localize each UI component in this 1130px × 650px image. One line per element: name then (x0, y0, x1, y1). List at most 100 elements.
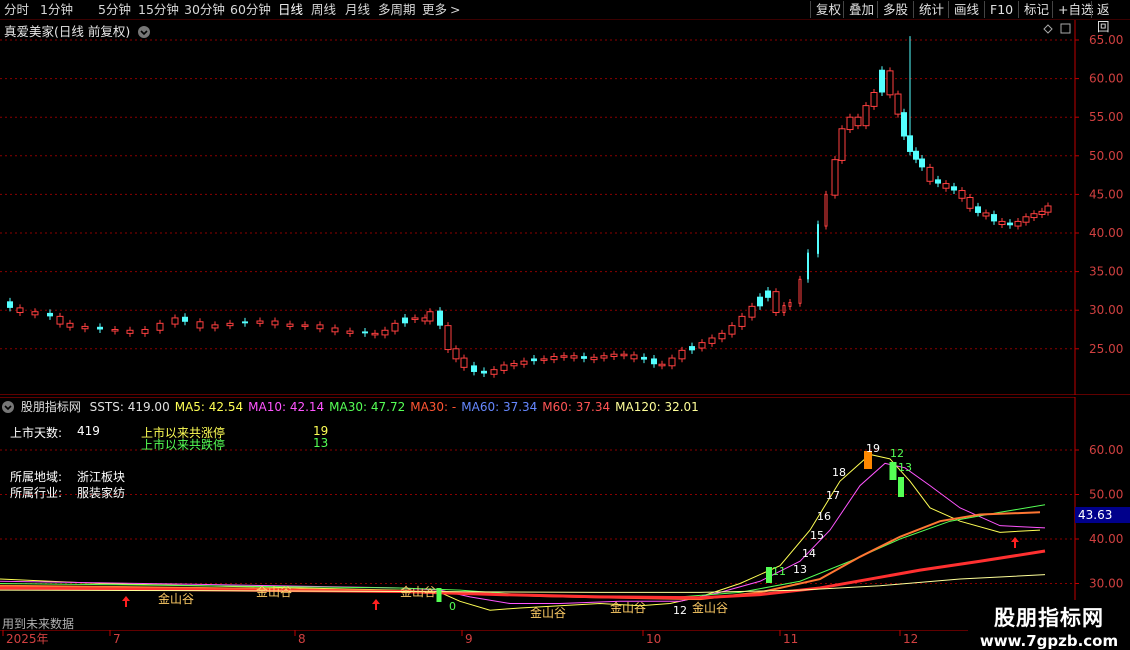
candle-body-up (411, 317, 419, 320)
period-tab-60min[interactable]: 60分钟 (230, 2, 271, 17)
back-button[interactable]: 返回 (1091, 1, 1130, 34)
period-tab-1min[interactable]: 1分钟 (40, 2, 73, 17)
candle-body-up (678, 349, 686, 360)
price-candlestick-chart[interactable]: 65.00 60.00 55.00 50.00 45.00 40.00 35.00 30.00… (0, 20, 1130, 395)
candle-body-down (765, 290, 771, 298)
limit-count-label: 16 (817, 510, 831, 523)
period-tab-daily[interactable]: 日线 (278, 2, 303, 17)
period-tab-more[interactable]: 更多 > (422, 2, 461, 17)
indicator-value-2: MA10: 42.14 (248, 400, 325, 414)
ma10-line (0, 462, 1046, 605)
price-tick-label: 30.00 (1089, 303, 1123, 317)
current-value-text: 43.63 (1078, 508, 1112, 522)
f10-button[interactable]: F10 (984, 1, 1018, 18)
candle-body-down (951, 186, 957, 191)
candle-body-up (540, 358, 548, 361)
candle-body-up (156, 322, 164, 331)
candle-body-up (838, 128, 846, 161)
candle-body-up (510, 362, 518, 367)
indicator-value-0: SSTS: 419.00 (89, 400, 170, 414)
candle-body-up (728, 325, 736, 335)
limit-count-label: 12 (890, 447, 904, 460)
candle-body-up (500, 364, 508, 371)
indicator-value-6: M60: 37.34 (542, 400, 611, 414)
candle-body-up (630, 354, 638, 360)
settings-icon[interactable] (1060, 23, 1071, 34)
golden-valley-label: 金山谷 (158, 591, 194, 606)
candle-body-up (16, 307, 24, 314)
candle-body-up (738, 315, 746, 327)
candle-body-up (111, 329, 119, 332)
time-tick-label: 9 (465, 632, 473, 646)
candle-body-up (748, 305, 756, 318)
diamond-icon[interactable] (1043, 24, 1053, 34)
golden-valley-label: 金山谷 (610, 600, 646, 615)
candle-body-up (846, 116, 854, 131)
candle-body-up (444, 325, 452, 351)
candle-body-up (66, 322, 74, 328)
multi-stock-button[interactable]: 多股 (877, 1, 913, 18)
price-tick-label: 40.00 (1089, 226, 1123, 240)
candle-body-up (1038, 210, 1046, 215)
candle-body-up (490, 369, 498, 375)
indicator-value-4: MA30: - (410, 400, 457, 414)
chevron-down-icon[interactable] (138, 26, 151, 38)
price-tick-label: 25.00 (1089, 342, 1123, 356)
candle-body-down (7, 301, 13, 308)
statistics-button[interactable]: 统计 (913, 1, 949, 18)
time-tick-label: 12 (903, 632, 918, 646)
candle-body-up (550, 356, 558, 361)
time-tick-label: 2025年 (6, 632, 49, 646)
candle-body-up (331, 327, 339, 333)
limit-count-label: 15 (810, 529, 824, 542)
candle-body-up (698, 342, 706, 349)
candle-body-up (590, 356, 598, 361)
period-tab-5min[interactable]: 5分钟 (98, 2, 131, 17)
chevron-down-icon[interactable] (2, 401, 14, 413)
period-tab-15min[interactable]: 15分钟 (138, 2, 179, 17)
candle-body-down (689, 346, 695, 351)
candle-body-down (919, 158, 925, 168)
candle-body-up (391, 322, 399, 332)
candle-body-up (126, 329, 134, 334)
time-tick-label: 7 (113, 632, 121, 646)
candle-body-up (271, 320, 279, 326)
days-label: 上市天数: (10, 426, 63, 440)
price-tick-label: 60.00 (1089, 72, 1123, 86)
period-tab-timeshare[interactable]: 分时 (4, 2, 29, 17)
price-tick-label: 65.00 (1089, 33, 1123, 47)
indicator-value-3: MA30: 47.72 (329, 400, 406, 414)
stock-title: 真爱美家(日线 前复权) (4, 24, 131, 39)
restore-rights-button[interactable]: 复权 (810, 1, 846, 18)
candle-body-down (481, 370, 487, 374)
price-tick-label: 55.00 (1089, 110, 1123, 124)
limit-count-label: 0 (449, 600, 456, 613)
candle-body-up (256, 320, 264, 324)
limit-bar (889, 462, 897, 480)
indicator-marks: 金山谷 金山谷 金山谷金山谷 金山谷 金山谷1918171615141312131112… (122, 442, 1019, 620)
up-arrow-icon (372, 599, 380, 610)
candle-body-up (520, 360, 528, 365)
period-tab-30min[interactable]: 30分钟 (184, 2, 225, 17)
candle-body-up (56, 315, 64, 325)
candle-body-up (1014, 220, 1022, 227)
overlay-button[interactable]: 叠加 (843, 1, 879, 18)
candle-body-up (1022, 216, 1030, 223)
draw-line-button[interactable]: 画线 (948, 1, 984, 18)
period-tab-weekly[interactable]: 周线 (311, 2, 336, 17)
candle-body-up (570, 355, 578, 359)
mark-button[interactable]: 标记 (1018, 1, 1054, 18)
period-tab-multi[interactable]: 多周期 (378, 2, 416, 17)
candle-body-down (1007, 222, 1013, 226)
period-tab-monthly[interactable]: 月线 (345, 2, 370, 17)
limit-down-label: 上市以来共跌停 (141, 438, 226, 452)
chart-title: 真爱美家(日线 前复权) (4, 21, 151, 40)
limit-count-label: 12 (673, 604, 687, 617)
candle-body-up (1044, 205, 1052, 213)
period-toolbar: 分时 1分钟 5分钟 15分钟 30分钟 60分钟 日线 周线 月线 多周期 更… (0, 0, 1130, 34)
candle-body-up (824, 193, 828, 227)
indicator-tick-label: 40.00 (1089, 532, 1123, 546)
candle-body-up (301, 324, 309, 327)
candle-body-down (362, 331, 368, 334)
candle-body-up (894, 93, 902, 115)
